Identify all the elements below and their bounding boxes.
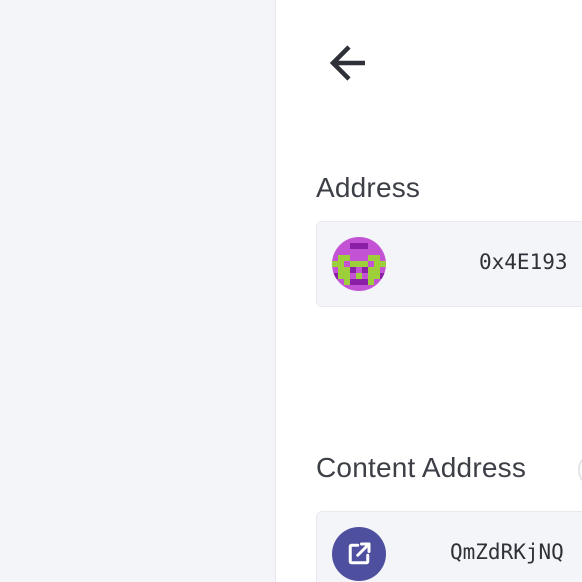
back-button[interactable] <box>321 36 377 88</box>
address-field[interactable]: 0x4E193 <box>316 221 582 307</box>
main-panel: Address 0x4E193 Content Address QmZdRKjN… <box>277 0 582 582</box>
external-link-button[interactable] <box>332 527 386 581</box>
identicon-avatar <box>332 237 386 291</box>
address-label: Address <box>316 172 421 203</box>
info-icon[interactable] <box>578 452 582 488</box>
arrow-left-icon <box>329 45 365 81</box>
external-link-icon <box>348 542 371 565</box>
left-panel <box>0 0 276 582</box>
content-address-value: QmZdRKjNQ <box>450 540 564 564</box>
content-address-label: Content Address <box>316 452 527 483</box>
address-value: 0x4E193 <box>479 250 568 274</box>
content-address-field[interactable]: QmZdRKjNQ <box>316 511 582 582</box>
